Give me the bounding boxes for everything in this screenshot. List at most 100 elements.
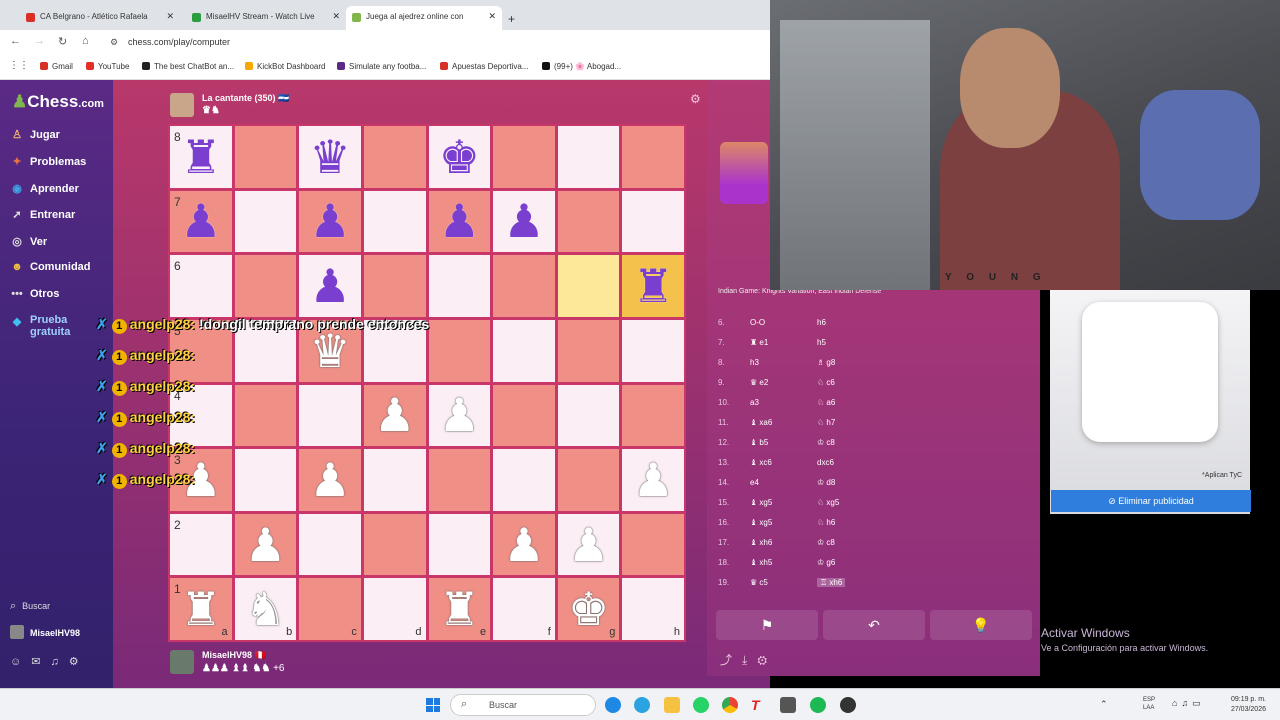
white-move[interactable]: ♝ xh5 — [750, 558, 772, 567]
square-a2[interactable]: 2 — [170, 513, 232, 576]
forward-icon[interactable]: → — [34, 35, 45, 47]
white-rook-piece[interactable]: ♜ — [439, 586, 480, 632]
site-info-icon[interactable]: ⚙ — [110, 37, 118, 48]
square-d7[interactable] — [363, 190, 426, 253]
square-e1[interactable]: ♜ e — [428, 578, 491, 640]
white-move[interactable]: a3 — [750, 398, 759, 407]
remove-ads-button[interactable]: ⊘ Eliminar publicidad — [1051, 490, 1251, 512]
bookmark-tiktok[interactable]: (99+) 🌸 Abogad... — [542, 62, 621, 71]
white-move[interactable]: ♛ c5 — [750, 578, 768, 587]
square-d2[interactable] — [363, 513, 426, 576]
square-b6[interactable] — [234, 255, 297, 317]
sidebar-item-jugar[interactable]: ♙ Jugar — [10, 128, 60, 141]
square-a7[interactable]: ♟ 7 — [170, 190, 232, 253]
close-icon[interactable]: ✕ — [166, 11, 174, 22]
square-d8[interactable] — [363, 126, 426, 188]
file-explorer-icon[interactable] — [664, 697, 680, 713]
square-d3[interactable] — [363, 449, 426, 511]
black-move[interactable]: ♘ a6 — [817, 398, 835, 407]
undo-button[interactable]: ↶ — [823, 610, 925, 640]
square-h1[interactable]: h — [622, 578, 684, 640]
calculator-icon[interactable] — [780, 697, 796, 713]
black-move[interactable]: h6 — [817, 318, 826, 327]
opponent-name[interactable]: La cantante (350) 🇸🇻 — [202, 93, 289, 104]
white-move[interactable]: ♝ xc6 — [750, 458, 772, 467]
opponent-avatar[interactable] — [170, 93, 194, 117]
bookmark-gmail[interactable]: Gmail — [40, 62, 73, 71]
black-pawn-piece[interactable]: ♟ — [503, 198, 544, 244]
resign-button[interactable]: ⚑ — [716, 610, 818, 640]
settings-icon[interactable]: ⚙ — [690, 92, 701, 106]
square-h5[interactable] — [622, 319, 684, 382]
taskbar-search[interactable]: ⌕ Buscar — [450, 694, 596, 716]
square-f7[interactable]: ♟ — [493, 190, 555, 253]
square-c1[interactable]: c — [299, 578, 361, 640]
square-d6[interactable] — [363, 255, 426, 317]
download-icon[interactable]: ⤓ — [742, 653, 757, 667]
black-pawn-piece[interactable]: ♟ — [180, 198, 221, 244]
chrome-icon[interactable] — [722, 697, 738, 713]
settings-icon[interactable]: ⚙ — [69, 656, 89, 668]
black-move[interactable]: ♔ c8 — [817, 438, 835, 447]
white-pawn-piece[interactable]: ♟ — [439, 392, 480, 438]
bell-icon[interactable]: ♫ — [50, 656, 68, 668]
black-king-piece[interactable]: ♚ — [439, 134, 480, 180]
back-icon[interactable]: ← — [10, 35, 21, 47]
square-g8[interactable] — [557, 126, 620, 188]
square-c4[interactable] — [299, 384, 361, 447]
square-b8[interactable] — [234, 126, 297, 188]
chess-board[interactable]: ♜ 8 ♛ ♚ ♟ 7 ♟ ♟ ♟ 6 ♟ ♜ 5 ♛ 4 ♟ ♟ ♟ 3 ♟ ♟ 2 ♟ ♟ ♟ ♜ 1 a ♞ b c d ♜ e f ♚ g h — [168, 124, 686, 642]
square-a1[interactable]: ♜ 1 a — [170, 578, 232, 640]
sidebar-item-otros[interactable]: ••• Otros — [10, 288, 59, 300]
square-e8[interactable]: ♚ — [428, 126, 491, 188]
sidebar-item-prueba[interactable]: ◆ Prueba gratuita — [10, 314, 90, 338]
edge-icon[interactable] — [605, 697, 621, 713]
square-e2[interactable] — [428, 513, 491, 576]
square-h6[interactable]: ♜ — [622, 255, 684, 317]
square-f4[interactable] — [493, 384, 555, 447]
sidebar-item-problemas[interactable]: ✦ Problemas — [10, 155, 86, 168]
sidebar-user[interactable]: MisaelHV98 — [10, 625, 80, 639]
bookmark-simulate[interactable]: Simulate any footba... — [337, 62, 426, 71]
square-g4[interactable] — [557, 384, 620, 447]
windows-start-icon[interactable] — [426, 698, 440, 712]
square-e6[interactable] — [428, 255, 491, 317]
square-g7[interactable] — [557, 190, 620, 253]
square-b7[interactable] — [234, 190, 297, 253]
square-d4[interactable]: ♟ — [363, 384, 426, 447]
black-move[interactable]: ♔ g6 — [817, 558, 835, 567]
bookmark-kickbot[interactable]: KickBot Dashboard — [245, 62, 325, 71]
black-move[interactable]: h5 — [817, 338, 826, 347]
square-g5[interactable] — [557, 319, 620, 382]
black-pawn-piece[interactable]: ♟ — [309, 263, 350, 309]
recorder-icon[interactable] — [840, 697, 856, 713]
reload-icon[interactable]: ↻ — [58, 35, 67, 48]
white-move[interactable]: ♝ b5 — [750, 438, 768, 447]
square-e5[interactable] — [428, 319, 491, 382]
square-b3[interactable] — [234, 449, 297, 511]
sidebar-item-entrenar[interactable]: ➚ Entrenar — [10, 208, 75, 221]
white-rook-piece[interactable]: ♜ — [180, 586, 221, 632]
black-move[interactable]: ♖ xh6 — [817, 578, 846, 587]
square-g3[interactable] — [557, 449, 620, 511]
white-move[interactable]: ♝ xg5 — [750, 498, 772, 507]
square-a6[interactable]: 6 — [170, 255, 232, 317]
close-icon[interactable]: ✕ — [488, 11, 496, 22]
white-pawn-piece[interactable]: ♟ — [568, 522, 609, 568]
white-pawn-piece[interactable]: ♟ — [309, 457, 350, 503]
square-g1[interactable]: ♚ g — [557, 578, 620, 640]
white-pawn-piece[interactable]: ♟ — [374, 392, 415, 438]
sidebar-item-aprender[interactable]: ◉ Aprender — [10, 182, 79, 195]
black-rook-piece[interactable]: ♜ — [633, 263, 674, 309]
white-pawn-piece[interactable]: ♟ — [245, 522, 286, 568]
telegram-icon[interactable] — [634, 697, 650, 713]
black-move[interactable]: ♘ h6 — [817, 518, 835, 527]
square-e4[interactable]: ♟ — [428, 384, 491, 447]
new-tab-button[interactable]: + — [504, 6, 524, 30]
white-knight-piece[interactable]: ♞ — [245, 586, 286, 632]
apps-icon[interactable]: ⋮⋮ — [9, 60, 29, 71]
black-pawn-piece[interactable]: ♟ — [439, 198, 480, 244]
square-h3[interactable]: ♟ — [622, 449, 684, 511]
chess-logo[interactable]: ♟Chess.com — [12, 92, 104, 112]
black-rook-piece[interactable]: ♜ — [180, 134, 221, 180]
